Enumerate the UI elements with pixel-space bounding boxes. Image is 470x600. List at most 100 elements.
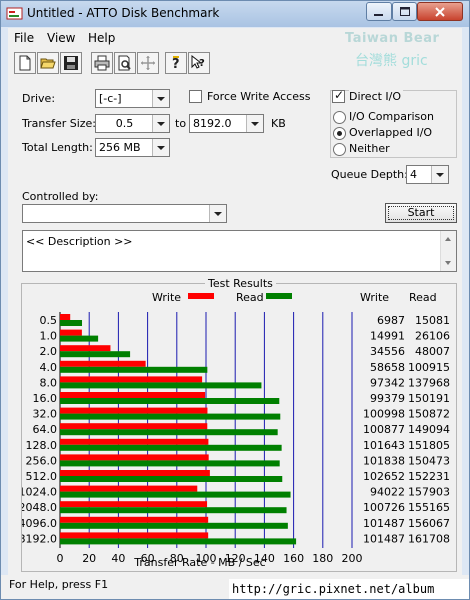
scroll-down-arrow-icon[interactable]	[445, 261, 451, 265]
category-label: 1.0	[40, 330, 58, 343]
bar-write-4096.0	[60, 516, 209, 523]
menu-help[interactable]: Help	[88, 31, 115, 45]
start-button[interactable]: Start	[385, 203, 457, 223]
bar-write-0.5	[60, 314, 71, 320]
bar-write-128.0	[60, 438, 209, 445]
bar-write-64.0	[60, 423, 208, 430]
write-value: 94022	[370, 486, 405, 499]
write-value: 99379	[370, 392, 405, 405]
queue-depth-select[interactable]: 4	[406, 165, 449, 184]
description-textbox[interactable]: << Description >>	[22, 230, 457, 272]
save-icon	[64, 56, 78, 70]
print-button[interactable]	[91, 52, 113, 74]
direct-io-label[interactable]: Direct I/O	[349, 90, 404, 103]
read-value: 152231	[408, 470, 450, 483]
scroll-up-arrow-icon[interactable]	[445, 237, 451, 241]
category-label: 64.0	[33, 423, 58, 436]
help-button[interactable]: ?	[165, 52, 187, 74]
chart-legend: Write Read	[152, 291, 292, 304]
minimize-button[interactable]	[366, 2, 392, 21]
legend-read-swatch	[266, 293, 292, 299]
bar-write-4.0	[60, 360, 146, 367]
write-value: 100998	[363, 408, 405, 421]
bar-read-16.0	[60, 398, 280, 404]
controlled-by-select[interactable]	[22, 204, 227, 223]
category-label: 16.0	[33, 392, 58, 405]
url-caption: http://gric.pixnet.net/album	[229, 579, 469, 599]
write-value: 34556	[370, 345, 405, 358]
new-document-icon	[19, 55, 31, 71]
context-help-icon: ?	[191, 55, 205, 69]
title-bar[interactable]: Untitled - ATTO Disk Benchmark	[1, 1, 469, 27]
neither-label[interactable]: Neither	[349, 142, 390, 155]
chevron-down-icon[interactable]	[209, 205, 226, 222]
toolbar: ? ?	[10, 50, 460, 75]
write-value: 58658	[370, 361, 405, 374]
menu-file[interactable]: File	[14, 31, 34, 45]
chart-bars	[60, 314, 297, 545]
read-value: 150473	[408, 454, 450, 467]
bar-write-32.0	[60, 407, 208, 414]
overlapped-io-label[interactable]: Overlapped I/O	[349, 126, 432, 139]
category-label: 128.0	[26, 439, 58, 452]
atto-app-icon	[6, 7, 23, 20]
maximize-button[interactable]	[392, 2, 417, 21]
transfer-size-label: Transfer Size:	[22, 117, 97, 130]
force-write-label[interactable]: Force Write Access	[207, 90, 310, 103]
bar-write-1.0	[60, 329, 82, 336]
read-value: 156067	[408, 517, 450, 530]
radio-overlapped-io[interactable]	[333, 127, 346, 140]
bar-read-1024.0	[60, 491, 291, 498]
category-label: 1024.0	[22, 486, 57, 499]
category-label: 2048.0	[22, 501, 57, 514]
x-tick-label: 160	[283, 552, 304, 565]
url-text: http://gric.pixnet.net/album	[232, 582, 435, 596]
chevron-down-icon[interactable]	[152, 139, 169, 156]
drive-select[interactable]: [-c-]	[95, 89, 170, 108]
chevron-down-icon[interactable]	[431, 166, 448, 183]
total-length-select[interactable]: 256 MB	[95, 138, 170, 157]
watermark-line1: Taiwan Bear	[345, 31, 440, 46]
chevron-down-icon[interactable]	[246, 115, 263, 132]
bar-read-8192.0	[60, 538, 297, 545]
svg-text:?: ?	[199, 58, 205, 69]
chevron-down-icon[interactable]	[152, 90, 169, 107]
app-window: Untitled - ATTO Disk Benchmark File View…	[0, 0, 470, 600]
read-value: 157903	[408, 486, 450, 499]
radio-neither[interactable]	[333, 143, 346, 156]
x-tick-label: 40	[111, 552, 125, 565]
close-button[interactable]	[417, 2, 463, 21]
write-column-header: Write	[360, 291, 389, 304]
direct-io-checkbox[interactable]	[332, 88, 345, 103]
open-button[interactable]	[37, 52, 59, 74]
category-label: 8.0	[40, 376, 58, 389]
legend-write-swatch	[188, 293, 214, 299]
transfer-to-select[interactable]: 8192.0	[189, 114, 264, 133]
svg-text:?: ?	[172, 57, 180, 71]
chevron-down-icon[interactable]	[152, 115, 169, 132]
context-help-button[interactable]: ?	[188, 52, 210, 74]
move-button[interactable]	[137, 52, 159, 74]
kb-label: KB	[271, 117, 286, 130]
read-value: 151805	[408, 439, 450, 452]
bar-read-4096.0	[60, 522, 288, 529]
force-write-checkbox[interactable]	[189, 90, 202, 103]
read-value: 26106	[415, 330, 450, 343]
print-preview-button[interactable]	[114, 52, 136, 74]
transfer-to-value: 8192.0	[193, 117, 232, 130]
radio-io-comparison[interactable]	[333, 111, 346, 124]
window-title: Untitled - ATTO Disk Benchmark	[27, 6, 220, 20]
io-comparison-label[interactable]: I/O Comparison	[349, 110, 434, 123]
read-value: 15081	[415, 314, 450, 327]
description-text: << Description >>	[26, 235, 133, 248]
open-folder-icon	[40, 58, 56, 69]
queue-depth-label: Queue Depth:	[331, 168, 408, 181]
bar-write-2048.0	[60, 501, 208, 508]
bar-write-512.0	[60, 470, 210, 476]
menu-view[interactable]: View	[47, 31, 75, 45]
new-button[interactable]	[14, 52, 36, 74]
save-button[interactable]	[60, 52, 82, 74]
description-scrollbar[interactable]	[440, 231, 456, 271]
transfer-from-value: 0.5	[115, 117, 134, 130]
transfer-from-select[interactable]: 0.5	[95, 114, 170, 133]
